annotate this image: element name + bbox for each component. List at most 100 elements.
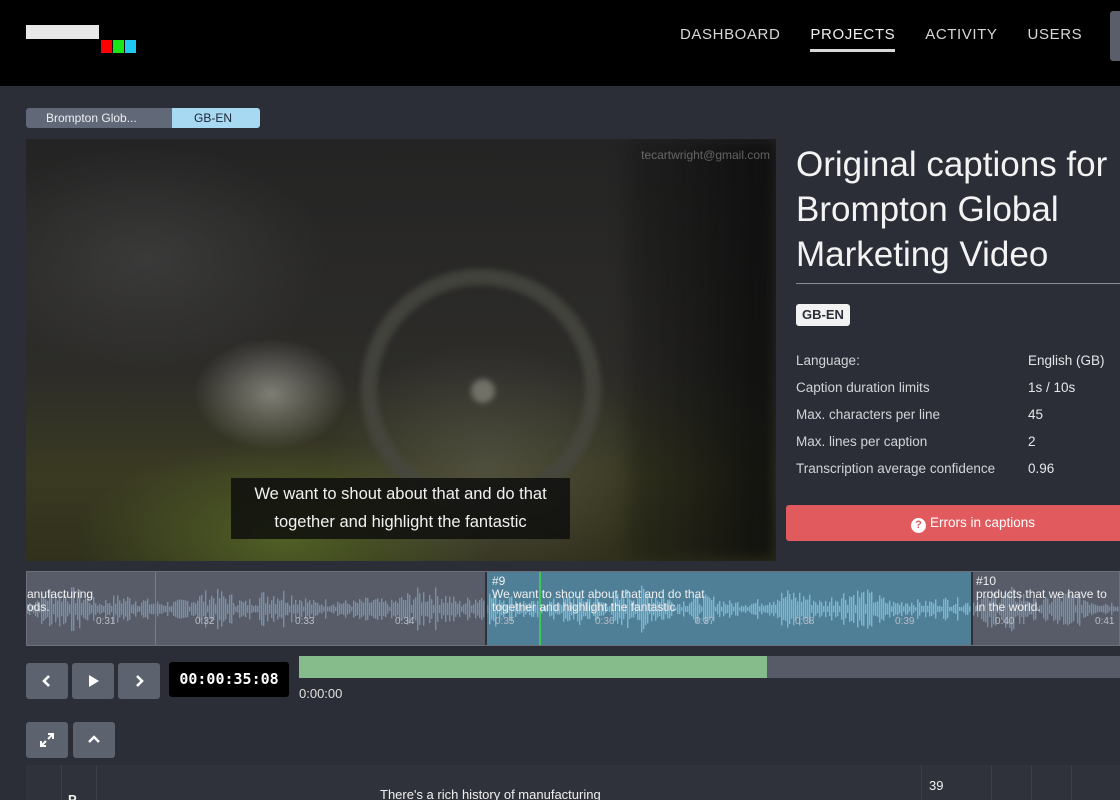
waveform-bar bbox=[431, 599, 433, 619]
segment-boundary-marker[interactable] bbox=[155, 572, 156, 645]
waveform-bar bbox=[959, 607, 961, 611]
nav-dashboard[interactable]: DASHBOARD bbox=[680, 26, 780, 52]
table-action-cell[interactable] bbox=[1031, 765, 1071, 800]
waveform-bar bbox=[149, 604, 151, 614]
breadcrumb-language[interactable]: GB-EN bbox=[172, 108, 260, 128]
breadcrumb-project[interactable]: Brompton Glob... bbox=[26, 108, 180, 128]
previous-caption-button[interactable] bbox=[26, 663, 68, 699]
waveform-bar bbox=[745, 605, 747, 613]
waveform-bar bbox=[757, 599, 759, 619]
waveform-bar bbox=[177, 599, 179, 619]
waveform-bar bbox=[417, 587, 419, 631]
logo-red-square bbox=[101, 40, 112, 53]
waveform-bar bbox=[893, 601, 895, 617]
collapse-button[interactable] bbox=[73, 722, 115, 758]
segment-divider[interactable] bbox=[971, 572, 973, 645]
waveform-bar bbox=[245, 600, 247, 618]
expand-button[interactable] bbox=[26, 722, 68, 758]
waveform-bar bbox=[931, 601, 933, 617]
waveform-bar bbox=[817, 604, 819, 614]
table-action-cell[interactable] bbox=[991, 765, 1031, 800]
waveform-bar bbox=[225, 598, 227, 620]
waveform-bar bbox=[227, 604, 229, 614]
play-button[interactable] bbox=[72, 663, 114, 699]
waveform-bar bbox=[373, 599, 375, 619]
waveform-bar bbox=[379, 602, 381, 616]
title-line-1: Original captions for bbox=[796, 145, 1108, 184]
nav-users[interactable]: USERS bbox=[1028, 26, 1083, 52]
waveform-bar bbox=[369, 602, 371, 616]
waveform-bar bbox=[791, 599, 793, 619]
waveform-bar bbox=[927, 605, 929, 613]
next-caption-button[interactable] bbox=[118, 663, 160, 699]
waveform-bar bbox=[733, 606, 735, 612]
nav-projects[interactable]: PROJECTS bbox=[810, 26, 896, 52]
video-watermark: tecartwright@gmail.com bbox=[641, 148, 770, 162]
settings-value: English (GB) bbox=[1028, 353, 1105, 368]
progress-start-time: 0:00:00 bbox=[299, 686, 343, 701]
waveform-bar bbox=[853, 595, 855, 623]
nav-activity[interactable]: ACTIVITY bbox=[925, 26, 997, 52]
settings-value: 45 bbox=[1028, 407, 1044, 422]
waveform-bar bbox=[763, 606, 765, 612]
waveform-bar bbox=[135, 601, 137, 617]
caption-settings: Language: English (GB) Caption duration … bbox=[796, 352, 1105, 487]
waveform-bar bbox=[243, 602, 245, 616]
prev-caption-line-2: ods. bbox=[27, 600, 50, 614]
waveform-bar bbox=[949, 606, 951, 612]
waveform-bar bbox=[721, 606, 723, 612]
waveform-bar bbox=[933, 603, 935, 615]
waveform-bar bbox=[279, 600, 281, 618]
waveform-bar bbox=[929, 601, 931, 617]
waveform-bar bbox=[169, 606, 171, 612]
waveform-bar bbox=[715, 606, 717, 612]
waveform-bar bbox=[823, 605, 825, 613]
waveform-bar bbox=[137, 605, 139, 613]
waveform-bar bbox=[925, 600, 927, 618]
app-logo[interactable] bbox=[26, 25, 138, 55]
waveform-bar bbox=[1117, 606, 1119, 612]
playback-progress-bar[interactable] bbox=[299, 656, 1120, 678]
waveform-bar bbox=[411, 604, 413, 614]
waveform-bar bbox=[321, 604, 323, 614]
waveform-bar bbox=[863, 591, 865, 627]
waveform-bar bbox=[185, 600, 187, 618]
video-player[interactable]: tecartwright@gmail.com We want to shout … bbox=[26, 139, 776, 561]
waveform-bar bbox=[131, 604, 133, 614]
waveform-bar bbox=[111, 605, 113, 613]
segment-divider[interactable] bbox=[485, 572, 487, 645]
waveform-bar bbox=[819, 600, 821, 618]
waveform-bar bbox=[469, 600, 471, 618]
waveform-bar bbox=[141, 602, 143, 616]
waveform-bar bbox=[275, 604, 277, 614]
waveform-bar bbox=[951, 606, 953, 612]
top-navigation-bar: DASHBOARD PROJECTS ACTIVITY USERS bbox=[0, 0, 1120, 86]
table-action-cell[interactable] bbox=[1071, 765, 1111, 800]
waveform-bar bbox=[753, 603, 755, 615]
waveform-bar bbox=[345, 600, 347, 618]
waveform-bar bbox=[787, 590, 789, 628]
waveform-bar bbox=[481, 598, 483, 620]
waveform-bar bbox=[315, 602, 317, 616]
table-row-text[interactable]: There's a rich history of manufacturing bbox=[380, 787, 601, 800]
waveform-timeline[interactable]: anufacturing ods. #9 We want to shout ab… bbox=[26, 571, 1120, 646]
waveform-bar bbox=[93, 597, 95, 621]
waveform-bar bbox=[843, 593, 845, 625]
waveform-bar bbox=[773, 601, 775, 617]
waveform-bar bbox=[99, 603, 101, 615]
waveform-bar bbox=[719, 601, 721, 617]
waveform-bar bbox=[125, 601, 127, 617]
waveform-bar bbox=[883, 597, 885, 621]
waveform-bar bbox=[727, 605, 729, 613]
waveform-bar bbox=[219, 598, 221, 620]
waveform-bar bbox=[339, 603, 341, 615]
account-button[interactable] bbox=[1110, 11, 1120, 61]
waveform-bar bbox=[919, 602, 921, 616]
waveform-bar bbox=[905, 603, 907, 615]
settings-label: Max. lines per caption bbox=[796, 434, 928, 449]
errors-in-captions-button[interactable]: ? Errors in captions bbox=[786, 505, 1120, 541]
waveform-bar bbox=[331, 605, 333, 613]
waveform-bar bbox=[911, 602, 913, 616]
waveform-bar bbox=[855, 604, 857, 614]
waveform-bar bbox=[441, 599, 443, 619]
